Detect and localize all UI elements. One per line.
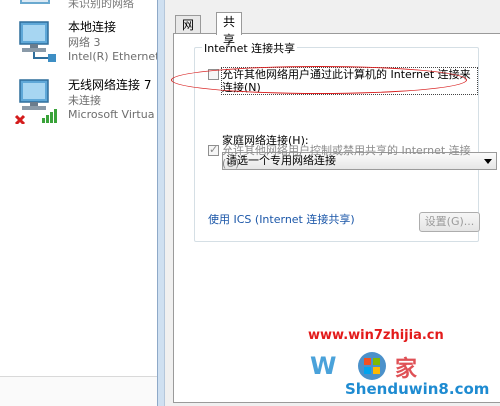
watermark-url: www.win7zhijia.cn xyxy=(308,328,444,343)
allow-connect-checkbox[interactable] xyxy=(208,69,219,80)
tab-sharing[interactable]: 共享 xyxy=(216,12,243,47)
tab-network[interactable]: 网络 xyxy=(175,15,202,50)
connection-network: 网络 3 xyxy=(68,36,101,49)
connection-adapter: Intel(R) Ethernet xyxy=(68,50,160,63)
ics-group-title: Internet 连接共享 xyxy=(202,40,298,56)
allow-control-label: 允许其他网络用户控制或禁用共享的 Internet 连接(O) xyxy=(222,144,471,170)
connection-adapter: Microsoft Virtua xyxy=(68,108,155,121)
connection-item-local[interactable]: 本地连接 网络 3 Intel(R) Ethernet xyxy=(14,18,164,80)
dropdown-arrow-icon xyxy=(484,159,492,164)
network-status-partial: 未识别的网络 xyxy=(68,0,134,10)
settings-button[interactable]: 设置(G)... xyxy=(419,212,480,232)
allow-control-checkbox[interactable] xyxy=(208,143,219,156)
wireless-network-icon xyxy=(14,79,57,124)
wired-network-icon xyxy=(19,21,56,62)
connection-status: 未连接 xyxy=(68,94,101,107)
watermark-site: Shenduwin8.com xyxy=(345,380,490,398)
network-connections-list: 未识别的网络 本地连接 网络 3 Intel(R) Ethernet 无线网络连… xyxy=(0,0,160,406)
allow-connect-label: 允许其他网络用户通过此计算机的 Internet 连接来连接(N) xyxy=(221,67,478,95)
ics-help-link[interactable]: 使用 ICS (Internet 连接共享) xyxy=(208,211,355,227)
network-icon xyxy=(20,0,50,4)
list-footer xyxy=(0,376,160,406)
connection-item-wireless[interactable]: 无线网络连接 7 未连接 Microsoft Virtua xyxy=(14,76,164,138)
connection-name: 无线网络连接 7 xyxy=(68,78,152,92)
connection-name: 本地连接 xyxy=(68,20,117,34)
svg-text:家: 家 xyxy=(395,356,418,382)
svg-text:W: W xyxy=(310,352,336,380)
